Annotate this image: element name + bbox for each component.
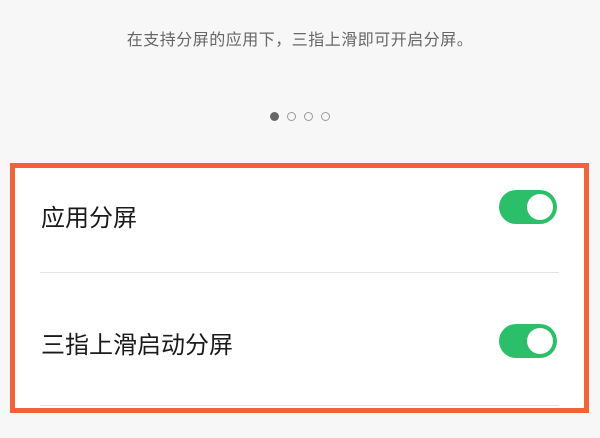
page-dot[interactable] — [304, 112, 313, 121]
page-dot[interactable] — [287, 112, 296, 121]
page-dot[interactable] — [321, 112, 330, 121]
divider — [40, 272, 559, 273]
toggle-knob — [527, 328, 553, 354]
app-split-toggle[interactable] — [499, 190, 557, 224]
hint-text: 在支持分屏的应用下，三指上滑即可开启分屏。 — [126, 30, 474, 49]
setting-label-app-split: 应用分屏 — [41, 204, 137, 232]
page-dot-active[interactable] — [270, 112, 279, 121]
toggle-knob — [527, 194, 553, 220]
watermark-logo-icon — [430, 366, 464, 404]
setting-row-app-split[interactable]: 应用分屏 — [15, 168, 584, 268]
watermark-subtitle: YING JIAN ZHI JIA.COM — [470, 392, 586, 401]
watermark: 硬件之家 YING JIAN ZHI JIA.COM — [430, 362, 590, 410]
page-indicator — [0, 112, 600, 121]
setting-label-three-finger: 三指上滑启动分屏 — [41, 331, 233, 359]
three-finger-toggle[interactable] — [499, 324, 557, 358]
